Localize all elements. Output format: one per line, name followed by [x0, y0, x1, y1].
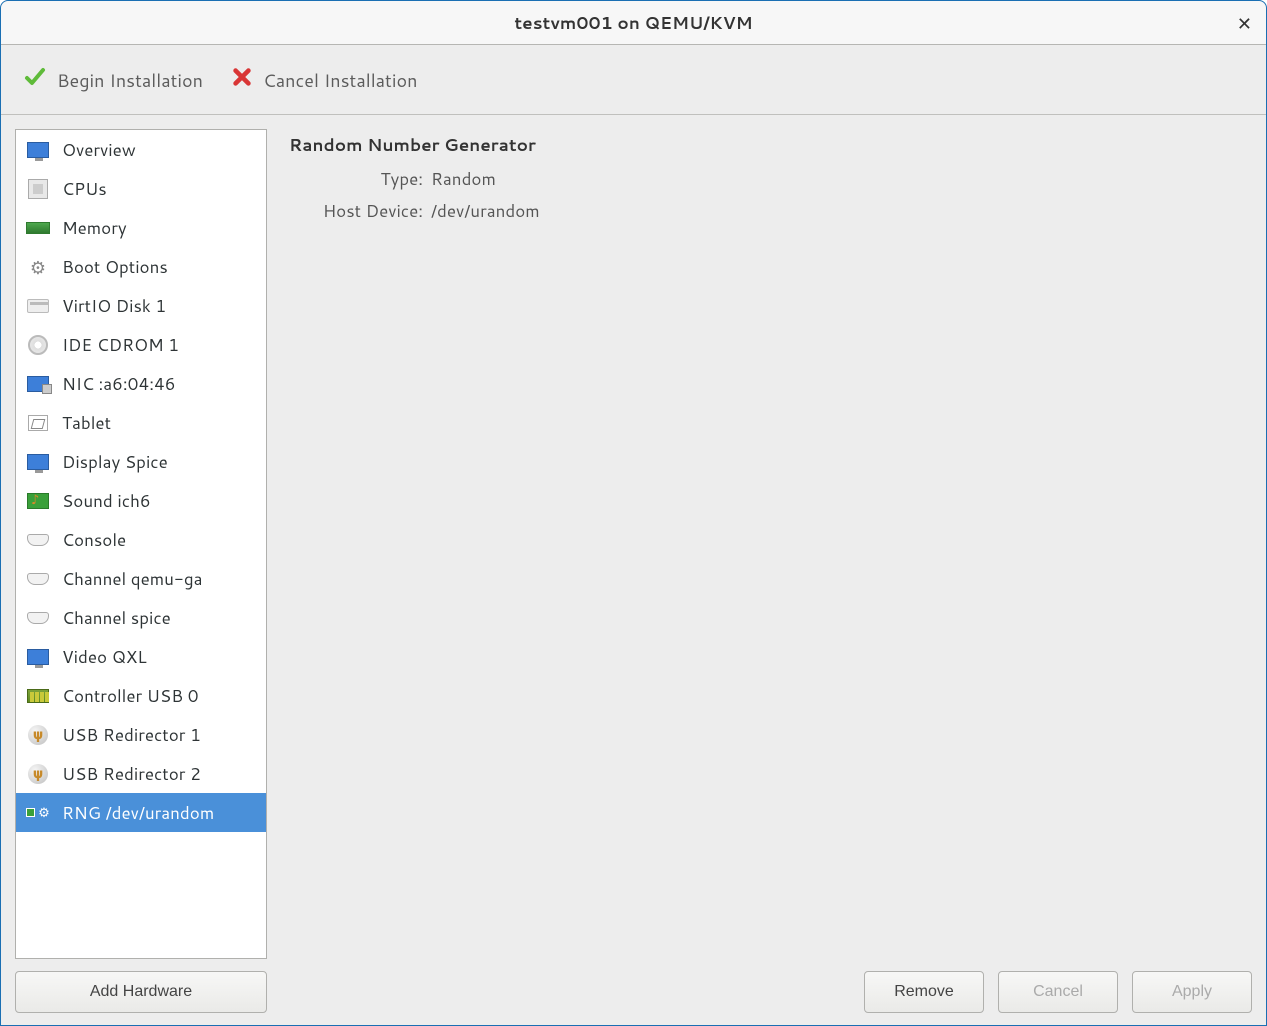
detail-footer: Remove Cancel Apply: [281, 961, 1252, 1013]
detail-panel: Random Number Generator Type:RandomHost …: [281, 129, 1252, 1013]
sidebar-item[interactable]: Console: [16, 520, 266, 559]
sidebar-item[interactable]: ⚙ RNG /dev/urandom: [16, 793, 266, 832]
monitor-icon: [24, 645, 52, 669]
x-icon: [231, 66, 253, 94]
port-icon: [24, 606, 52, 630]
sidebar-item[interactable]: Display Spice: [16, 442, 266, 481]
sidebar-item-label: Sound ich6: [62, 489, 151, 513]
detail-field-key: Type:: [289, 167, 431, 191]
close-icon[interactable]: ✕: [1237, 10, 1252, 36]
sidebar-item-label: Tablet: [62, 411, 111, 435]
sidebar-item[interactable]: ⚙ Boot Options: [16, 247, 266, 286]
tablet-icon: [24, 411, 52, 435]
sidebar-item[interactable]: Memory: [16, 208, 266, 247]
rng-icon: ⚙: [24, 801, 52, 825]
sidebar-item-label: Console: [62, 528, 126, 552]
sidebar-item-label: Overview: [62, 138, 136, 162]
window-title: testvm001 on QEMU/KVM: [514, 11, 752, 35]
gears-icon: ⚙: [24, 255, 52, 279]
sidebar-item[interactable]: Channel qemu-ga: [16, 559, 266, 598]
sidebar-item[interactable]: IDE CDROM 1: [16, 325, 266, 364]
sidebar-item-label: NIC :a6:04:46: [62, 372, 176, 396]
sidebar-item[interactable]: Channel spice: [16, 598, 266, 637]
check-icon: [23, 65, 47, 95]
sidebar-item-label: Boot Options: [62, 255, 168, 279]
monitor-icon: [24, 138, 52, 162]
detail-field-value: Random: [431, 167, 496, 191]
sidebar-item-label: Display Spice: [62, 450, 168, 474]
sound-icon: [24, 489, 52, 513]
titlebar: testvm001 on QEMU/KVM ✕: [1, 1, 1266, 45]
sidebar-item[interactable]: VirtIO Disk 1: [16, 286, 266, 325]
sidebar-item-label: CPUs: [62, 177, 107, 201]
detail-body: Random Number Generator Type:RandomHost …: [281, 129, 1252, 961]
mem-icon: [24, 216, 52, 240]
sidebar-item-label: Memory: [62, 216, 127, 240]
sidebar-item[interactable]: Controller USB 0: [16, 676, 266, 715]
detail-field-row: Host Device:/dev/urandom: [289, 199, 1244, 223]
cancel-installation-button[interactable]: Cancel Installation: [231, 66, 417, 94]
sidebar-column: Overview CPUs Memory ⚙ Boot Options VirtIO Di…: [15, 129, 267, 1013]
nic-icon: [24, 372, 52, 396]
sidebar-item-label: Channel spice: [62, 606, 171, 630]
sidebar-item-label: RNG /dev/urandom: [62, 801, 214, 825]
port-icon: [24, 567, 52, 591]
add-hardware-button[interactable]: Add Hardware: [15, 971, 267, 1013]
sidebar-item[interactable]: Tablet: [16, 403, 266, 442]
begin-installation-label: Begin Installation: [57, 67, 203, 93]
usb-bar-icon: [24, 684, 52, 708]
content-area: Overview CPUs Memory ⚙ Boot Options VirtIO Di…: [1, 115, 1266, 1025]
usb-icon: [24, 762, 52, 786]
sidebar-item-label: VirtIO Disk 1: [62, 294, 166, 318]
usb-icon: [24, 723, 52, 747]
disk-icon: [24, 294, 52, 318]
sidebar-item-label: Channel qemu-ga: [62, 567, 203, 591]
cancel-button[interactable]: Cancel: [998, 971, 1118, 1013]
sidebar-item[interactable]: Sound ich6: [16, 481, 266, 520]
detail-title: Random Number Generator: [289, 133, 1244, 157]
cancel-installation-label: Cancel Installation: [263, 67, 417, 93]
sidebar-item-label: Video QXL: [62, 645, 147, 669]
sidebar-item[interactable]: Overview: [16, 130, 266, 169]
sidebar-item-label: USB Redirector 2: [62, 762, 201, 786]
begin-installation-button[interactable]: Begin Installation: [23, 65, 203, 95]
port-icon: [24, 528, 52, 552]
sidebar-item[interactable]: Video QXL: [16, 637, 266, 676]
toolbar: Begin Installation Cancel Installation: [1, 45, 1266, 115]
sidebar-item[interactable]: NIC :a6:04:46: [16, 364, 266, 403]
detail-field-key: Host Device:: [289, 199, 431, 223]
hardware-list[interactable]: Overview CPUs Memory ⚙ Boot Options VirtIO Di…: [15, 129, 267, 959]
remove-button[interactable]: Remove: [864, 971, 984, 1013]
vm-config-window: testvm001 on QEMU/KVM ✕ Begin Installati…: [0, 0, 1267, 1026]
sidebar-item[interactable]: USB Redirector 1: [16, 715, 266, 754]
sidebar-item[interactable]: CPUs: [16, 169, 266, 208]
cd-icon: [24, 333, 52, 357]
sidebar-item[interactable]: USB Redirector 2: [16, 754, 266, 793]
sidebar-item-label: IDE CDROM 1: [62, 333, 179, 357]
cpu-icon: [24, 177, 52, 201]
detail-field-row: Type:Random: [289, 167, 1244, 191]
detail-field-value: /dev/urandom: [431, 199, 540, 223]
apply-button[interactable]: Apply: [1132, 971, 1252, 1013]
sidebar-item-label: Controller USB 0: [62, 684, 199, 708]
monitor-icon: [24, 450, 52, 474]
sidebar-item-label: USB Redirector 1: [62, 723, 201, 747]
